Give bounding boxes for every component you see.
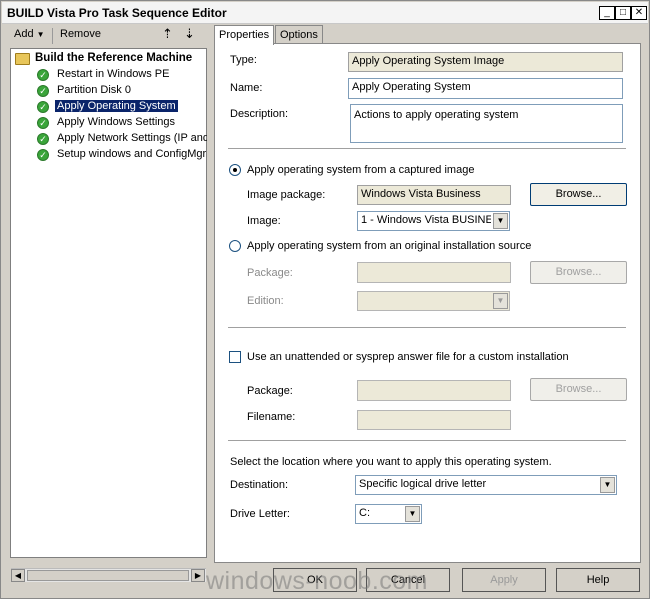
tree-item-label: Partition Disk 0 (57, 84, 131, 96)
task-sequence-tree[interactable]: Build the Reference Machine ✓ Restart in… (10, 48, 207, 582)
title-bar: BUILD Vista Pro Task Sequence Editor _ □… (2, 2, 648, 24)
answer-package-field (357, 380, 511, 401)
success-check-icon: ✓ (37, 149, 49, 161)
edition-select[interactable]: ▼ (357, 291, 510, 311)
destination-select-value: Specific logical drive letter (359, 478, 487, 490)
description-input[interactable]: Actions to apply operating system (350, 104, 623, 143)
divider (228, 327, 626, 329)
task-sequence-editor-window: BUILD Vista Pro Task Sequence Editor _ □… (0, 0, 650, 599)
filename-label: Filename: (247, 411, 296, 423)
tree-item-label: Apply Windows Settings (57, 116, 175, 128)
minimize-button[interactable]: _ (599, 6, 615, 20)
success-check-icon: ✓ (37, 85, 49, 97)
answer-package-label: Package: (247, 385, 293, 397)
tree-item-label: Restart in Windows PE (57, 68, 170, 80)
success-check-icon: ✓ (37, 69, 49, 81)
original-package-field (357, 262, 511, 283)
window-title: BUILD Vista Pro Task Sequence Editor (7, 6, 227, 20)
horizontal-scrollbar[interactable]: ◀ ▶ (11, 568, 206, 582)
answer-file-label: Use an unattended or sysprep answer file… (247, 351, 569, 363)
description-label: Description: (230, 108, 289, 120)
tree-root-label: Build the Reference Machine (35, 52, 193, 64)
image-package-label: Image package: (247, 189, 326, 201)
original-source-radio[interactable] (229, 240, 241, 252)
watermark: windows-noob.com (206, 567, 428, 595)
name-input[interactable]: Apply Operating System (348, 78, 623, 99)
remove-button[interactable]: Remove (60, 28, 101, 40)
tab-properties[interactable]: Properties (214, 25, 274, 45)
image-package-field: Windows Vista Business (357, 185, 511, 205)
drive-letter-value: C: (359, 507, 370, 519)
original-package-label: Package: (247, 267, 293, 279)
answer-package-browse-button[interactable]: Browse... (530, 378, 627, 401)
destination-select[interactable]: Specific logical drive letter ▼ (355, 475, 617, 495)
add-label: Add (14, 28, 34, 40)
add-menu-button[interactable]: Add ▼ (14, 28, 45, 40)
chevron-down-icon: ▼ (36, 30, 45, 39)
maximize-button[interactable]: □ (615, 6, 631, 20)
image-label: Image: (247, 215, 281, 227)
answer-file-checkbox[interactable] (229, 351, 241, 363)
divider (228, 148, 626, 150)
chevron-down-icon[interactable]: ▼ (493, 213, 508, 229)
chevron-down-icon[interactable]: ▼ (405, 506, 420, 522)
edition-label: Edition: (247, 295, 284, 307)
name-label: Name: (230, 82, 263, 94)
destination-label: Destination: (230, 479, 289, 491)
drive-letter-label: Drive Letter: (230, 508, 290, 520)
tree-item-apply-network-settings[interactable]: ✓ Apply Network Settings (IP and (37, 131, 207, 147)
apply-button[interactable]: Apply (462, 568, 546, 592)
scrollbar-thumb[interactable] (27, 570, 189, 581)
image-select[interactable]: 1 - Windows Vista BUSINESS ▼ (357, 211, 510, 231)
properties-panel: Type: Apply Operating System Image Name:… (214, 43, 641, 563)
folder-icon (15, 53, 30, 65)
type-label: Type: (230, 54, 257, 66)
chevron-down-icon[interactable]: ▼ (600, 477, 615, 493)
filename-field (357, 410, 511, 430)
success-check-icon: ✓ (37, 133, 49, 145)
tab-options[interactable]: Options (275, 25, 323, 44)
captured-image-label: Apply operating system from a captured i… (247, 164, 475, 176)
move-down-icon[interactable]: ⇣ (184, 26, 195, 42)
location-prompt: Select the location where you want to ap… (230, 456, 552, 468)
type-field: Apply Operating System Image (348, 52, 623, 72)
tree-item-label: Apply Operating System (55, 100, 178, 112)
tree-item-label: Setup windows and ConfigMgr (57, 148, 207, 160)
scroll-right-icon[interactable]: ▶ (191, 569, 205, 582)
tree-toolbar: Add ▼ Remove ⇡ ⇣ (10, 25, 207, 47)
chevron-down-icon: ▼ (493, 293, 508, 309)
original-package-browse-button[interactable]: Browse... (530, 261, 627, 284)
divider (228, 440, 626, 442)
tree-item-label: Apply Network Settings (IP and (57, 132, 207, 144)
image-package-browse-button[interactable]: Browse... (530, 183, 627, 206)
success-check-icon: ✓ (37, 117, 49, 129)
move-up-icon[interactable]: ⇡ (162, 26, 173, 42)
drive-letter-select[interactable]: C: ▼ (355, 504, 422, 524)
captured-image-radio[interactable] (229, 164, 241, 176)
success-check-icon: ✓ (37, 101, 49, 113)
original-source-label: Apply operating system from an original … (247, 240, 532, 252)
help-button[interactable]: Help (556, 568, 640, 592)
close-button[interactable]: ✕ (631, 6, 647, 20)
toolbar-divider (52, 28, 53, 44)
image-select-value: 1 - Windows Vista BUSINESS (361, 214, 491, 226)
left-pane: Add ▼ Remove ⇡ ⇣ Build the Reference Mac… (10, 25, 207, 582)
scroll-left-icon[interactable]: ◀ (11, 569, 25, 582)
